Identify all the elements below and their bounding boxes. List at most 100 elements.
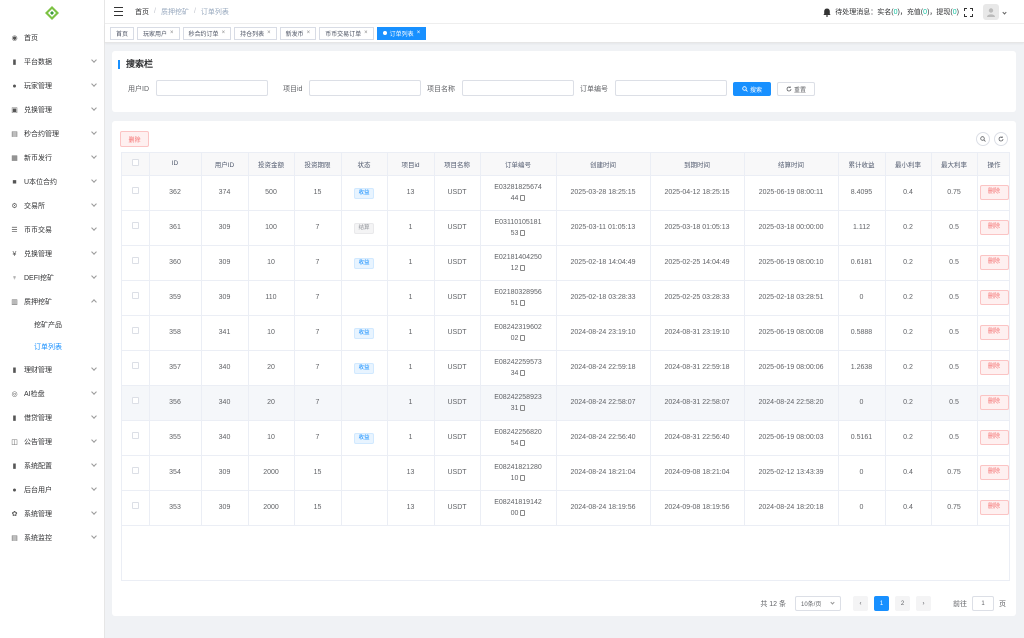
table-row[interactable]: 360 309 10 7 收益 1 USDT E02181404250 12 2025-02-18…	[122, 245, 1009, 281]
order-no-input[interactable]	[615, 80, 727, 96]
table-row[interactable]: 362 374 500 15 收益 13 USDT E03281825674 44 2025-03…	[122, 175, 1009, 211]
table-row[interactable]: 359 309 110 7 1 USDT E02180328956 51 2025-02-18 …	[122, 280, 1009, 316]
copy-icon[interactable]	[520, 369, 526, 376]
row-delete-button[interactable]: 删除	[979, 290, 1009, 305]
row-checkbox[interactable]	[131, 502, 139, 509]
close-icon[interactable]: ×	[417, 30, 421, 36]
copy-icon[interactable]	[520, 299, 526, 306]
close-icon[interactable]: ×	[222, 30, 226, 36]
row-checkbox[interactable]	[131, 467, 139, 474]
sidebar-item-a11[interactable]: ▥ 质押挖矿	[0, 290, 104, 314]
sidebar-item-b5[interactable]: ● 后台用户	[0, 478, 104, 502]
tag-6[interactable]: 订单列表 ×	[376, 26, 427, 40]
row-delete-button[interactable]: 删除	[979, 465, 1009, 480]
sidebar-item-a0[interactable]: ◉ 首页	[0, 26, 104, 50]
sidebar-item-b6[interactable]: ✿ 系统管理	[0, 502, 104, 526]
breadcrumb-home[interactable]: 首页	[135, 7, 149, 17]
row-checkbox[interactable]	[131, 432, 139, 439]
close-icon[interactable]: ×	[364, 30, 368, 36]
sidebar-item-a4[interactable]: ▤ 秒合约管理	[0, 122, 104, 146]
table-row[interactable]: 357 340 20 7 收益 1 USDT E08242259573 34 2024-08-24…	[122, 350, 1009, 386]
fullscreen-icon[interactable]	[964, 7, 973, 17]
avatar-chevron-icon[interactable]	[1002, 9, 1007, 15]
next-page-button[interactable]: ›	[916, 596, 931, 611]
sidebar-item-a9[interactable]: ¥ 兑换管理	[0, 242, 104, 266]
row-delete-button[interactable]: 删除	[979, 255, 1009, 270]
close-icon[interactable]: ×	[170, 30, 174, 36]
sidebar-item-a7[interactable]: ⚙ 交易所	[0, 194, 104, 218]
sidebar-item-b0[interactable]: ▮ 理财管理	[0, 358, 104, 382]
sidebar-item-b1[interactable]: ◎ AI检盘	[0, 382, 104, 406]
sidebar-item-a1[interactable]: ▮ 平台数据	[0, 50, 104, 74]
row-checkbox[interactable]	[131, 222, 139, 229]
reset-button[interactable]: 重置	[777, 82, 815, 96]
row-checkbox[interactable]	[131, 362, 139, 369]
row-delete-button[interactable]: 删除	[979, 185, 1009, 200]
sidebar-item-b4[interactable]: ▮ 系统配置	[0, 454, 104, 478]
notice-realname[interactable]: 实名(0)，	[877, 7, 907, 17]
notice-withdraw[interactable]: 提现(0)	[936, 7, 959, 17]
row-checkbox[interactable]	[131, 187, 139, 194]
tag-2[interactable]: 秒合约订单 ×	[182, 26, 232, 40]
toggle-search-button[interactable]	[976, 132, 990, 146]
row-delete-button[interactable]: 删除	[979, 325, 1009, 340]
sidebar-item-a8[interactable]: ☰ 币币交易	[0, 218, 104, 242]
tag-1[interactable]: 玩家用户 ×	[137, 26, 180, 40]
table-row[interactable]: 356 340 20 7 1 USDT E08242258923 31 2024-08-24 2…	[122, 385, 1009, 421]
row-delete-button[interactable]: 删除	[979, 220, 1009, 235]
page-size-select[interactable]: 10条/页	[795, 596, 841, 611]
tag-3[interactable]: 持仓列表 ×	[234, 26, 277, 40]
sidebar-item-b2[interactable]: ▮ 借贷管理	[0, 406, 104, 430]
table-row[interactable]: 353 309 2000 15 13 USDT E08241819142 00 2024-08-…	[122, 490, 1009, 526]
project-id-input[interactable]	[309, 80, 421, 96]
table-row[interactable]: 354 309 2000 15 13 USDT E08241821280 10 2024-08-…	[122, 455, 1009, 491]
user-id-input[interactable]	[156, 80, 268, 96]
sidebar-item-b3[interactable]: ◫ 公告管理	[0, 430, 104, 454]
select-all-checkbox[interactable]	[131, 159, 139, 167]
table-row[interactable]: 361 309 100 7 结算 1 USDT E03110105181 53 2025-03-1…	[122, 210, 1009, 246]
tag-5[interactable]: 币币交易订单 ×	[319, 26, 374, 40]
sidebar-item-a2[interactable]: ● 玩家管理	[0, 74, 104, 98]
sidebar-item-b7[interactable]: ▤ 系统监控	[0, 526, 104, 550]
project-name-input[interactable]	[462, 80, 574, 96]
sidebar-item-a6[interactable]: ■ U本位合约	[0, 170, 104, 194]
refresh-button[interactable]	[994, 132, 1008, 146]
sidebar-subitem-0[interactable]: 挖矿产品	[0, 314, 104, 336]
sidebar-item-a3[interactable]: ▣ 兑换管理	[0, 98, 104, 122]
close-icon[interactable]: ×	[307, 30, 311, 36]
sidebar-item-a10[interactable]: ♆ DEFI挖矿	[0, 266, 104, 290]
delete-button[interactable]: 删除	[120, 131, 149, 147]
copy-icon[interactable]	[520, 509, 526, 516]
table-row[interactable]: 355 340 10 7 收益 1 USDT E08242256820 54 2024-08-24…	[122, 420, 1009, 456]
close-icon[interactable]: ×	[267, 30, 271, 36]
copy-icon[interactable]	[520, 404, 526, 411]
sidebar-subitem-1[interactable]: 订单列表	[0, 336, 104, 358]
goto-page-input[interactable]: 1	[972, 596, 994, 611]
copy-icon[interactable]	[520, 229, 526, 236]
copy-icon[interactable]	[520, 194, 526, 201]
copy-icon[interactable]	[520, 334, 526, 341]
prev-page-button[interactable]: ‹	[853, 596, 868, 611]
copy-icon[interactable]	[520, 264, 526, 271]
tag-0[interactable]: 首页	[110, 26, 135, 40]
tag-4[interactable]: 新发币 ×	[279, 26, 317, 40]
page-2-button[interactable]: 2	[895, 596, 910, 611]
search-button[interactable]: 搜索	[733, 82, 771, 96]
sidebar-item-a5[interactable]: ▦ 新币发行	[0, 146, 104, 170]
bell-icon[interactable]	[823, 8, 831, 17]
notice-recharge[interactable]: 充值(0)，	[907, 7, 937, 17]
row-checkbox[interactable]	[131, 292, 139, 299]
row-delete-button[interactable]: 删除	[979, 500, 1009, 515]
copy-icon[interactable]	[520, 474, 526, 481]
row-delete-button[interactable]: 删除	[979, 395, 1009, 410]
row-checkbox[interactable]	[131, 397, 139, 404]
logo[interactable]	[0, 0, 104, 26]
breadcrumb-section[interactable]: 质押挖矿	[161, 7, 189, 17]
row-checkbox[interactable]	[131, 257, 139, 264]
row-delete-button[interactable]: 删除	[979, 430, 1009, 445]
table-row[interactable]: 358 341 10 7 收益 1 USDT E08242319602 02 2024-08-24…	[122, 315, 1009, 351]
avatar[interactable]	[983, 4, 999, 20]
row-checkbox[interactable]	[131, 327, 139, 334]
copy-icon[interactable]	[520, 439, 526, 446]
page-1-button[interactable]: 1	[874, 596, 889, 611]
